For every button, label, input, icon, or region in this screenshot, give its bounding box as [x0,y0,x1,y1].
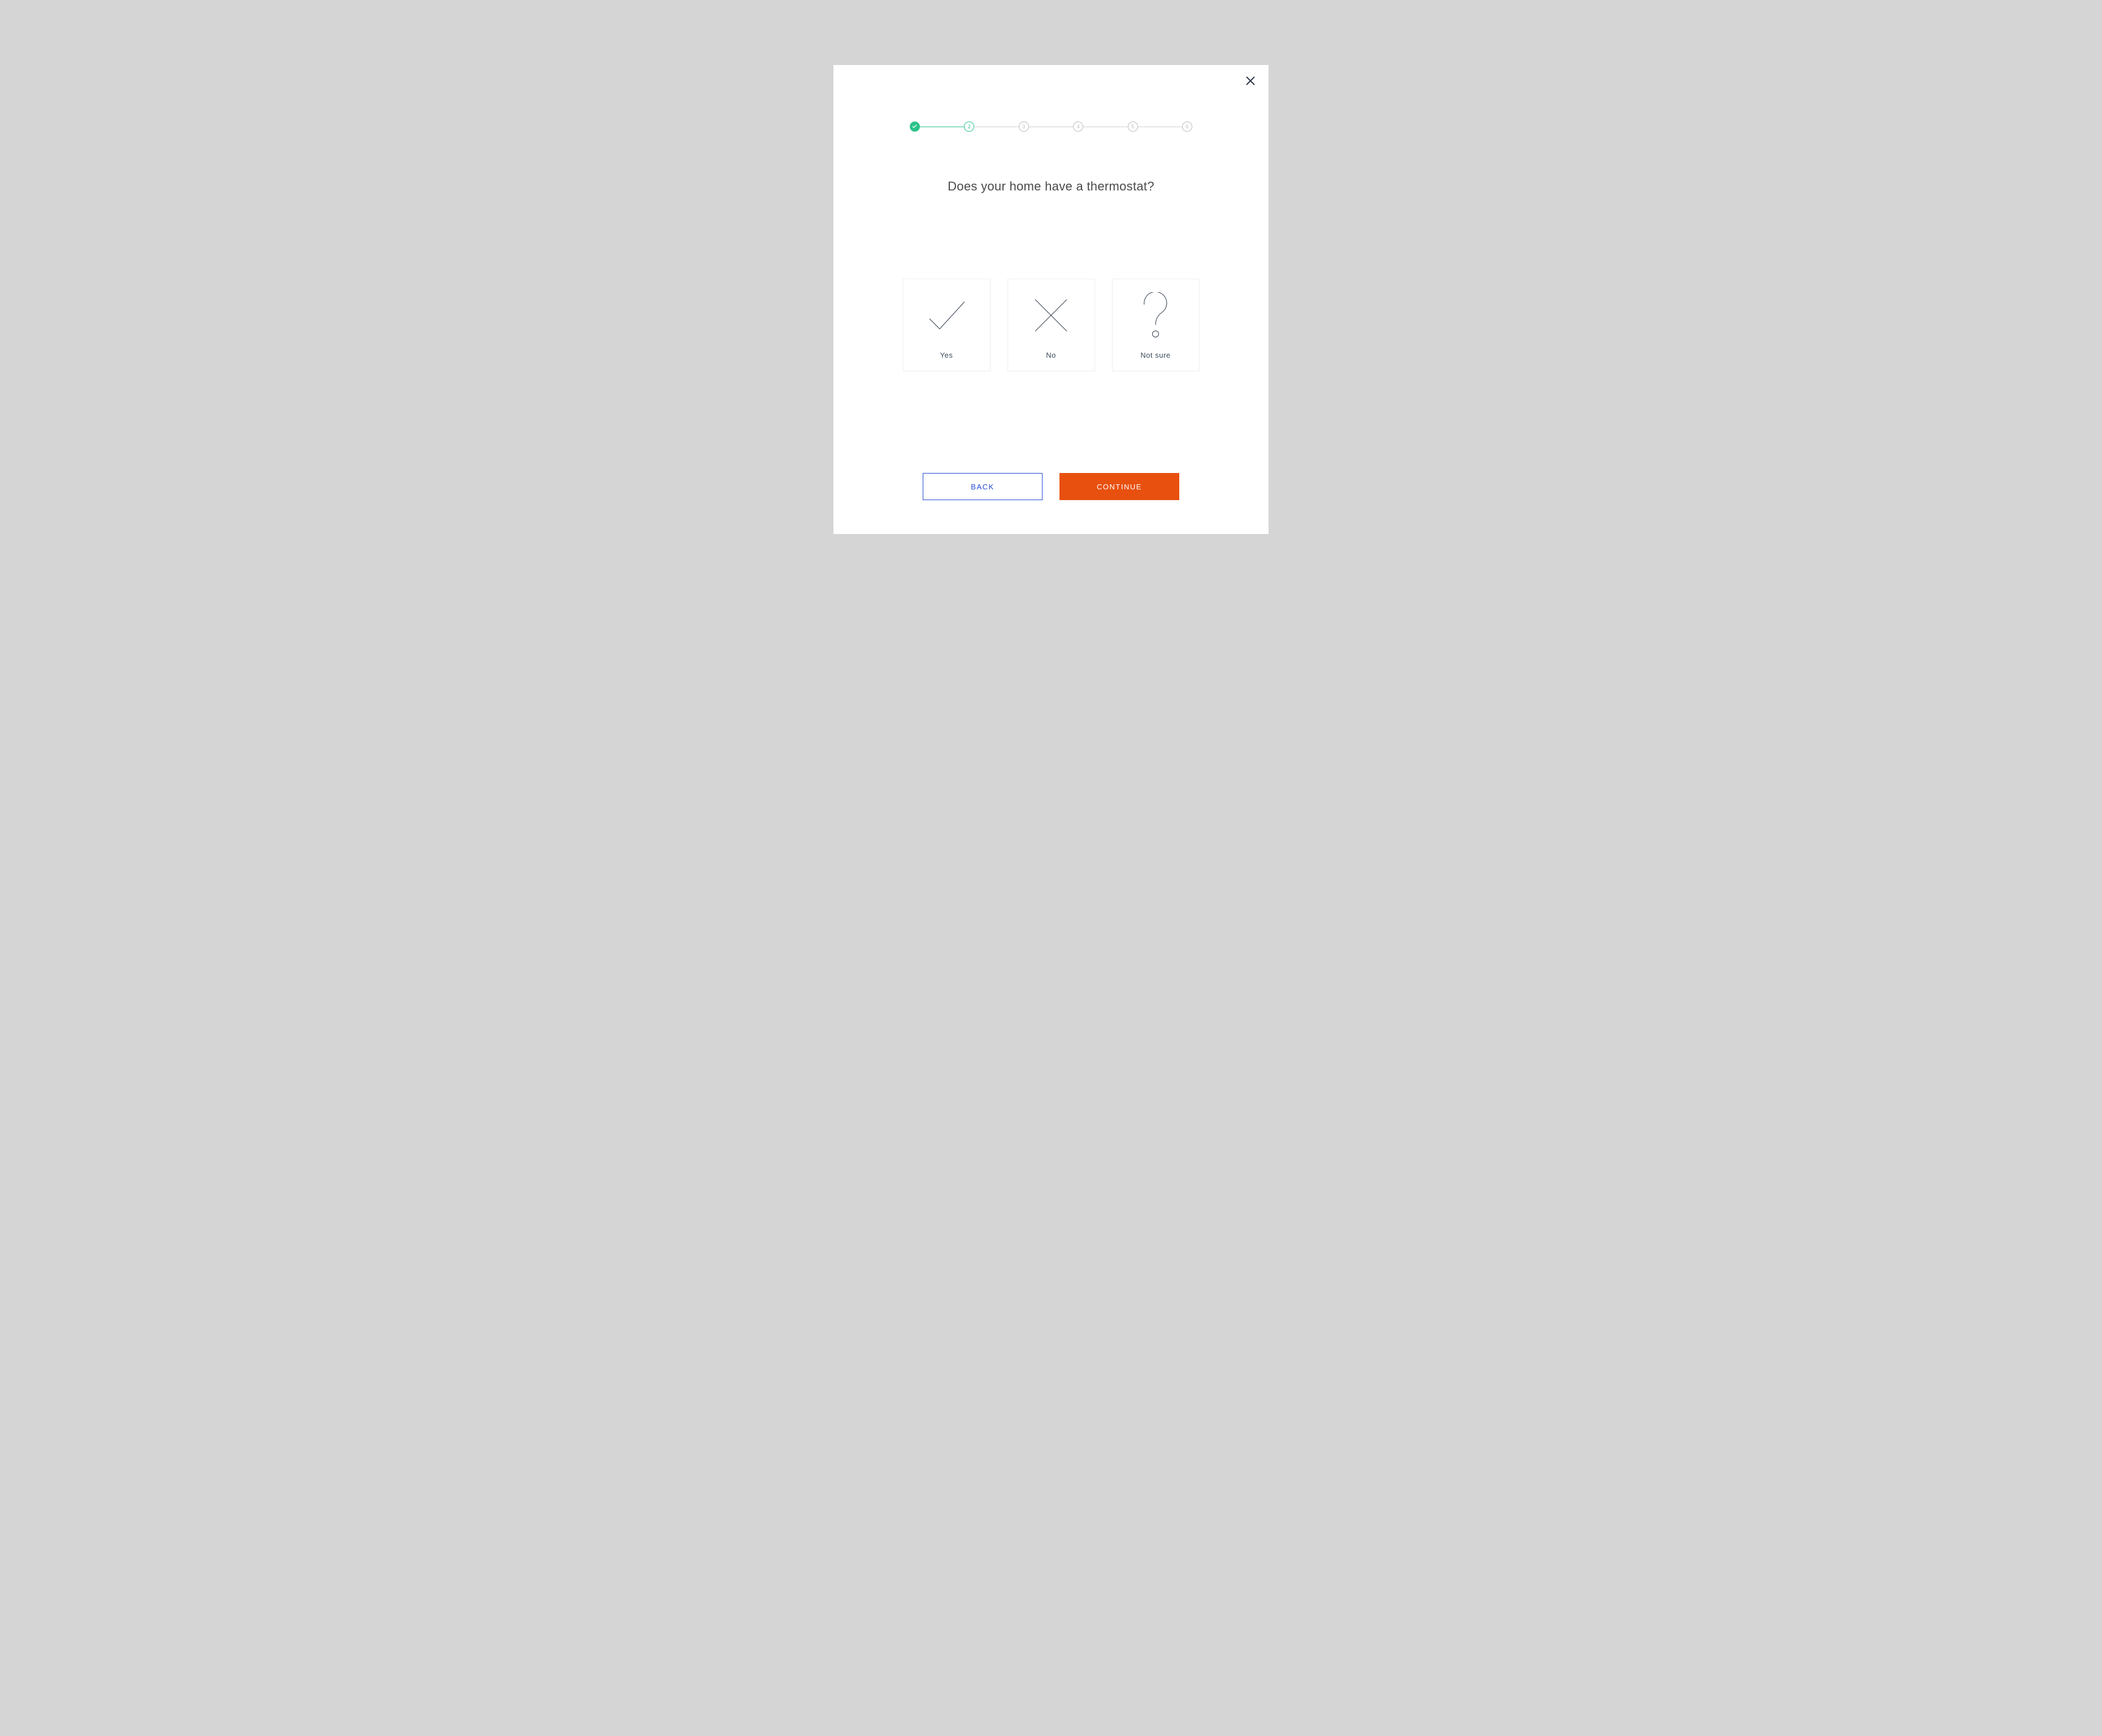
modal-dialog: 2 3 4 5 6 Does your home have a thermost… [833,65,1269,534]
option-label: Yes [940,351,953,359]
step-4: 4 [1073,121,1083,132]
step-label: 6 [1186,124,1189,129]
step-label: 3 [1022,124,1025,129]
question-heading: Does your home have a thermostat? [879,179,1223,194]
step-2: 2 [964,121,974,132]
close-icon [1246,76,1255,88]
step-label: 5 [1131,124,1134,129]
check-icon [912,124,917,129]
step-label: 4 [1077,124,1080,129]
step-5: 5 [1128,121,1138,132]
progress-stepper: 2 3 4 5 6 [910,121,1192,132]
step-1 [910,121,920,132]
continue-button[interactable]: CONTINUE [1059,473,1179,500]
option-label: Not sure [1140,351,1170,359]
close-button[interactable] [1245,76,1256,88]
option-label: No [1046,351,1056,359]
option-not-sure[interactable]: Not sure [1112,279,1200,371]
options-group: Yes No Not sure [879,279,1223,371]
step-6: 6 [1182,121,1192,132]
check-icon [904,279,990,351]
back-button[interactable]: BACK [923,473,1043,500]
question-mark-icon [1113,279,1199,351]
button-row: BACK CONTINUE [879,473,1223,500]
option-no[interactable]: No [1007,279,1095,371]
cross-icon [1008,279,1095,351]
option-yes[interactable]: Yes [903,279,991,371]
step-label: 2 [968,124,971,129]
step-3: 3 [1019,121,1029,132]
